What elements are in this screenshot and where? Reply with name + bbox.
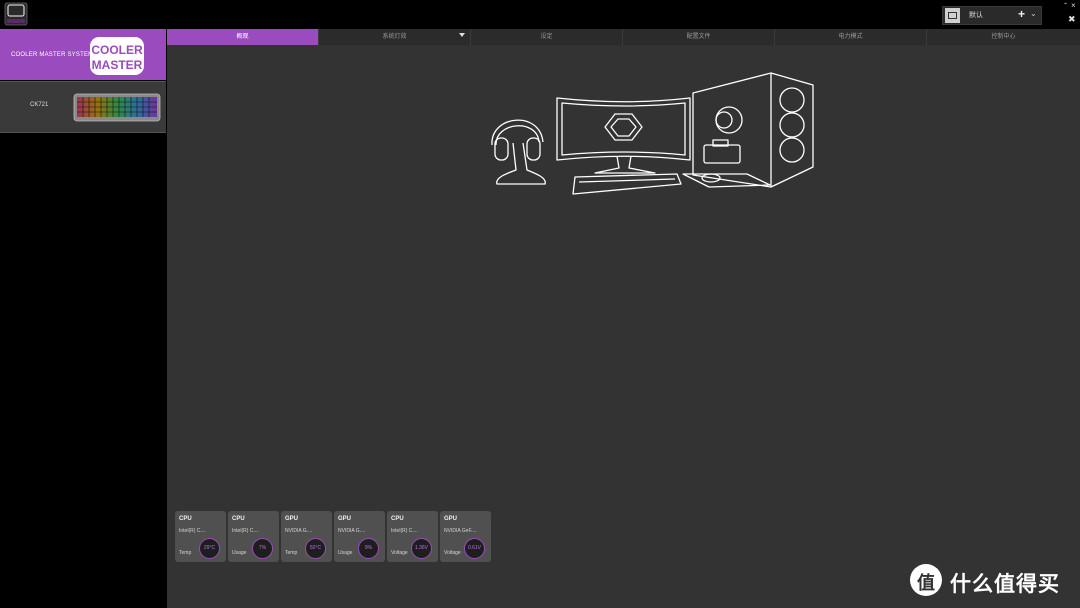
widget-metric: Temp [285, 550, 298, 556]
add-profile-button[interactable]: + [1018, 7, 1025, 21]
widget-type: GPU [338, 516, 352, 522]
svg-text:MASTER: MASTER [92, 58, 143, 72]
device-name: COOLER MASTER SYSTEM [11, 52, 94, 58]
widget-type: CPU [232, 516, 245, 522]
sensor-widget[interactable]: GPU NVIDIA G.... Temp 50°C [281, 511, 332, 562]
widget-metric: Usage [338, 550, 353, 556]
app-logo-icon[interactable] [4, 2, 28, 26]
widget-value: 7% [258, 545, 267, 551]
sensor-widget[interactable]: CPU Intel(R) C.... Voltage 1.36V [387, 511, 438, 562]
minimize-button[interactable]: - [1064, 0, 1067, 8]
widget-type: CPU [179, 516, 192, 522]
keyboard-outline-icon [572, 173, 682, 195]
device-item-keyboard[interactable]: CK721 [0, 81, 166, 133]
widget-type: GPU [285, 516, 299, 522]
widget-model: Intel(R) C.... [179, 528, 206, 534]
gauge-ring: 0.61V [464, 538, 485, 559]
device-item-system[interactable]: COOLER MASTER SYSTEM COOLER MASTER [0, 29, 166, 80]
widget-value: 0.61V [467, 545, 482, 551]
widget-metric: Voltage [391, 550, 408, 556]
gauge-ring: 7% [252, 538, 273, 559]
widget-type: CPU [391, 516, 404, 522]
monitor-icon [556, 97, 691, 174]
chevron-down-icon[interactable] [459, 33, 465, 37]
tab-overview[interactable]: 概观 [167, 29, 319, 45]
tab-profiles[interactable]: 配置文件 [623, 29, 775, 45]
tab-system-lighting[interactable]: 系统灯效 [319, 29, 471, 45]
device-name: CK721 [30, 102, 49, 108]
tab-power-mode[interactable]: 电力模式 [775, 29, 927, 45]
widget-metric: Usage [232, 550, 247, 556]
system-illustration [491, 72, 814, 195]
widget-value: 9% [364, 545, 373, 551]
close-button[interactable]: × [1071, 1, 1076, 10]
widget-model: Intel(R) C.... [391, 528, 418, 534]
widget-model: NVIDIA GeF.... [444, 528, 477, 534]
device-sidebar: COOLER MASTER SYSTEM COOLER MASTER CK721 [0, 29, 167, 608]
profile-image-icon[interactable] [945, 8, 960, 23]
sensor-widget[interactable]: GPU NVIDIA G.... Usage 9% [334, 511, 385, 562]
tab-label: 系统灯效 [382, 34, 407, 40]
widget-metric: Temp [179, 550, 192, 556]
chevron-down-icon[interactable]: ⌄ [1030, 9, 1037, 18]
widget-type: GPU [444, 516, 458, 522]
title-bar: 默认 + ⌄ - × ✖ [0, 0, 1080, 29]
tab-control-center[interactable]: 控制中心 [927, 29, 1080, 45]
gauge-ring: 9% [358, 538, 379, 559]
watermark-logo-icon [910, 564, 942, 596]
watermark: 什么值得买 [908, 564, 1078, 598]
widget-metric: Voltage [444, 550, 461, 556]
cooler-master-logo: COOLER MASTER [90, 37, 144, 75]
widget-value: 50°C [309, 545, 322, 551]
pin-button[interactable]: ✖ [1068, 14, 1076, 25]
pc-case-icon [692, 72, 814, 188]
widget-model: Intel(R) C.... [232, 528, 259, 534]
widget-model: NVIDIA G.... [338, 528, 366, 534]
svg-text:COOLER: COOLER [91, 43, 143, 57]
profile-selector[interactable]: 默认 + ⌄ [942, 6, 1042, 25]
main-tabs: 概观 系统灯效 设定 配置文件 电力模式 控制中心 [167, 29, 1080, 45]
sensor-widget[interactable]: CPU Intel(R) C.... Usage 7% [228, 511, 279, 562]
headset-icon [491, 119, 546, 185]
tab-settings[interactable]: 设定 [471, 29, 623, 45]
sensor-widget[interactable]: GPU NVIDIA GeF.... Voltage 0.61V [440, 511, 491, 562]
sensor-widget[interactable]: CPU Intel(R) C.... Temp 29°C [175, 511, 226, 562]
widget-value: 1.36V [414, 545, 429, 551]
keyboard-icon [73, 93, 161, 122]
gauge-ring: 50°C [305, 538, 326, 559]
widget-model: NVIDIA G.... [285, 528, 313, 534]
profile-name[interactable]: 默认 [969, 10, 983, 20]
gauge-ring: 1.36V [411, 538, 432, 559]
widget-value: 29°C [203, 545, 216, 551]
watermark-text: 什么值得买 [950, 573, 1060, 596]
gauge-ring: 29°C [199, 538, 220, 559]
